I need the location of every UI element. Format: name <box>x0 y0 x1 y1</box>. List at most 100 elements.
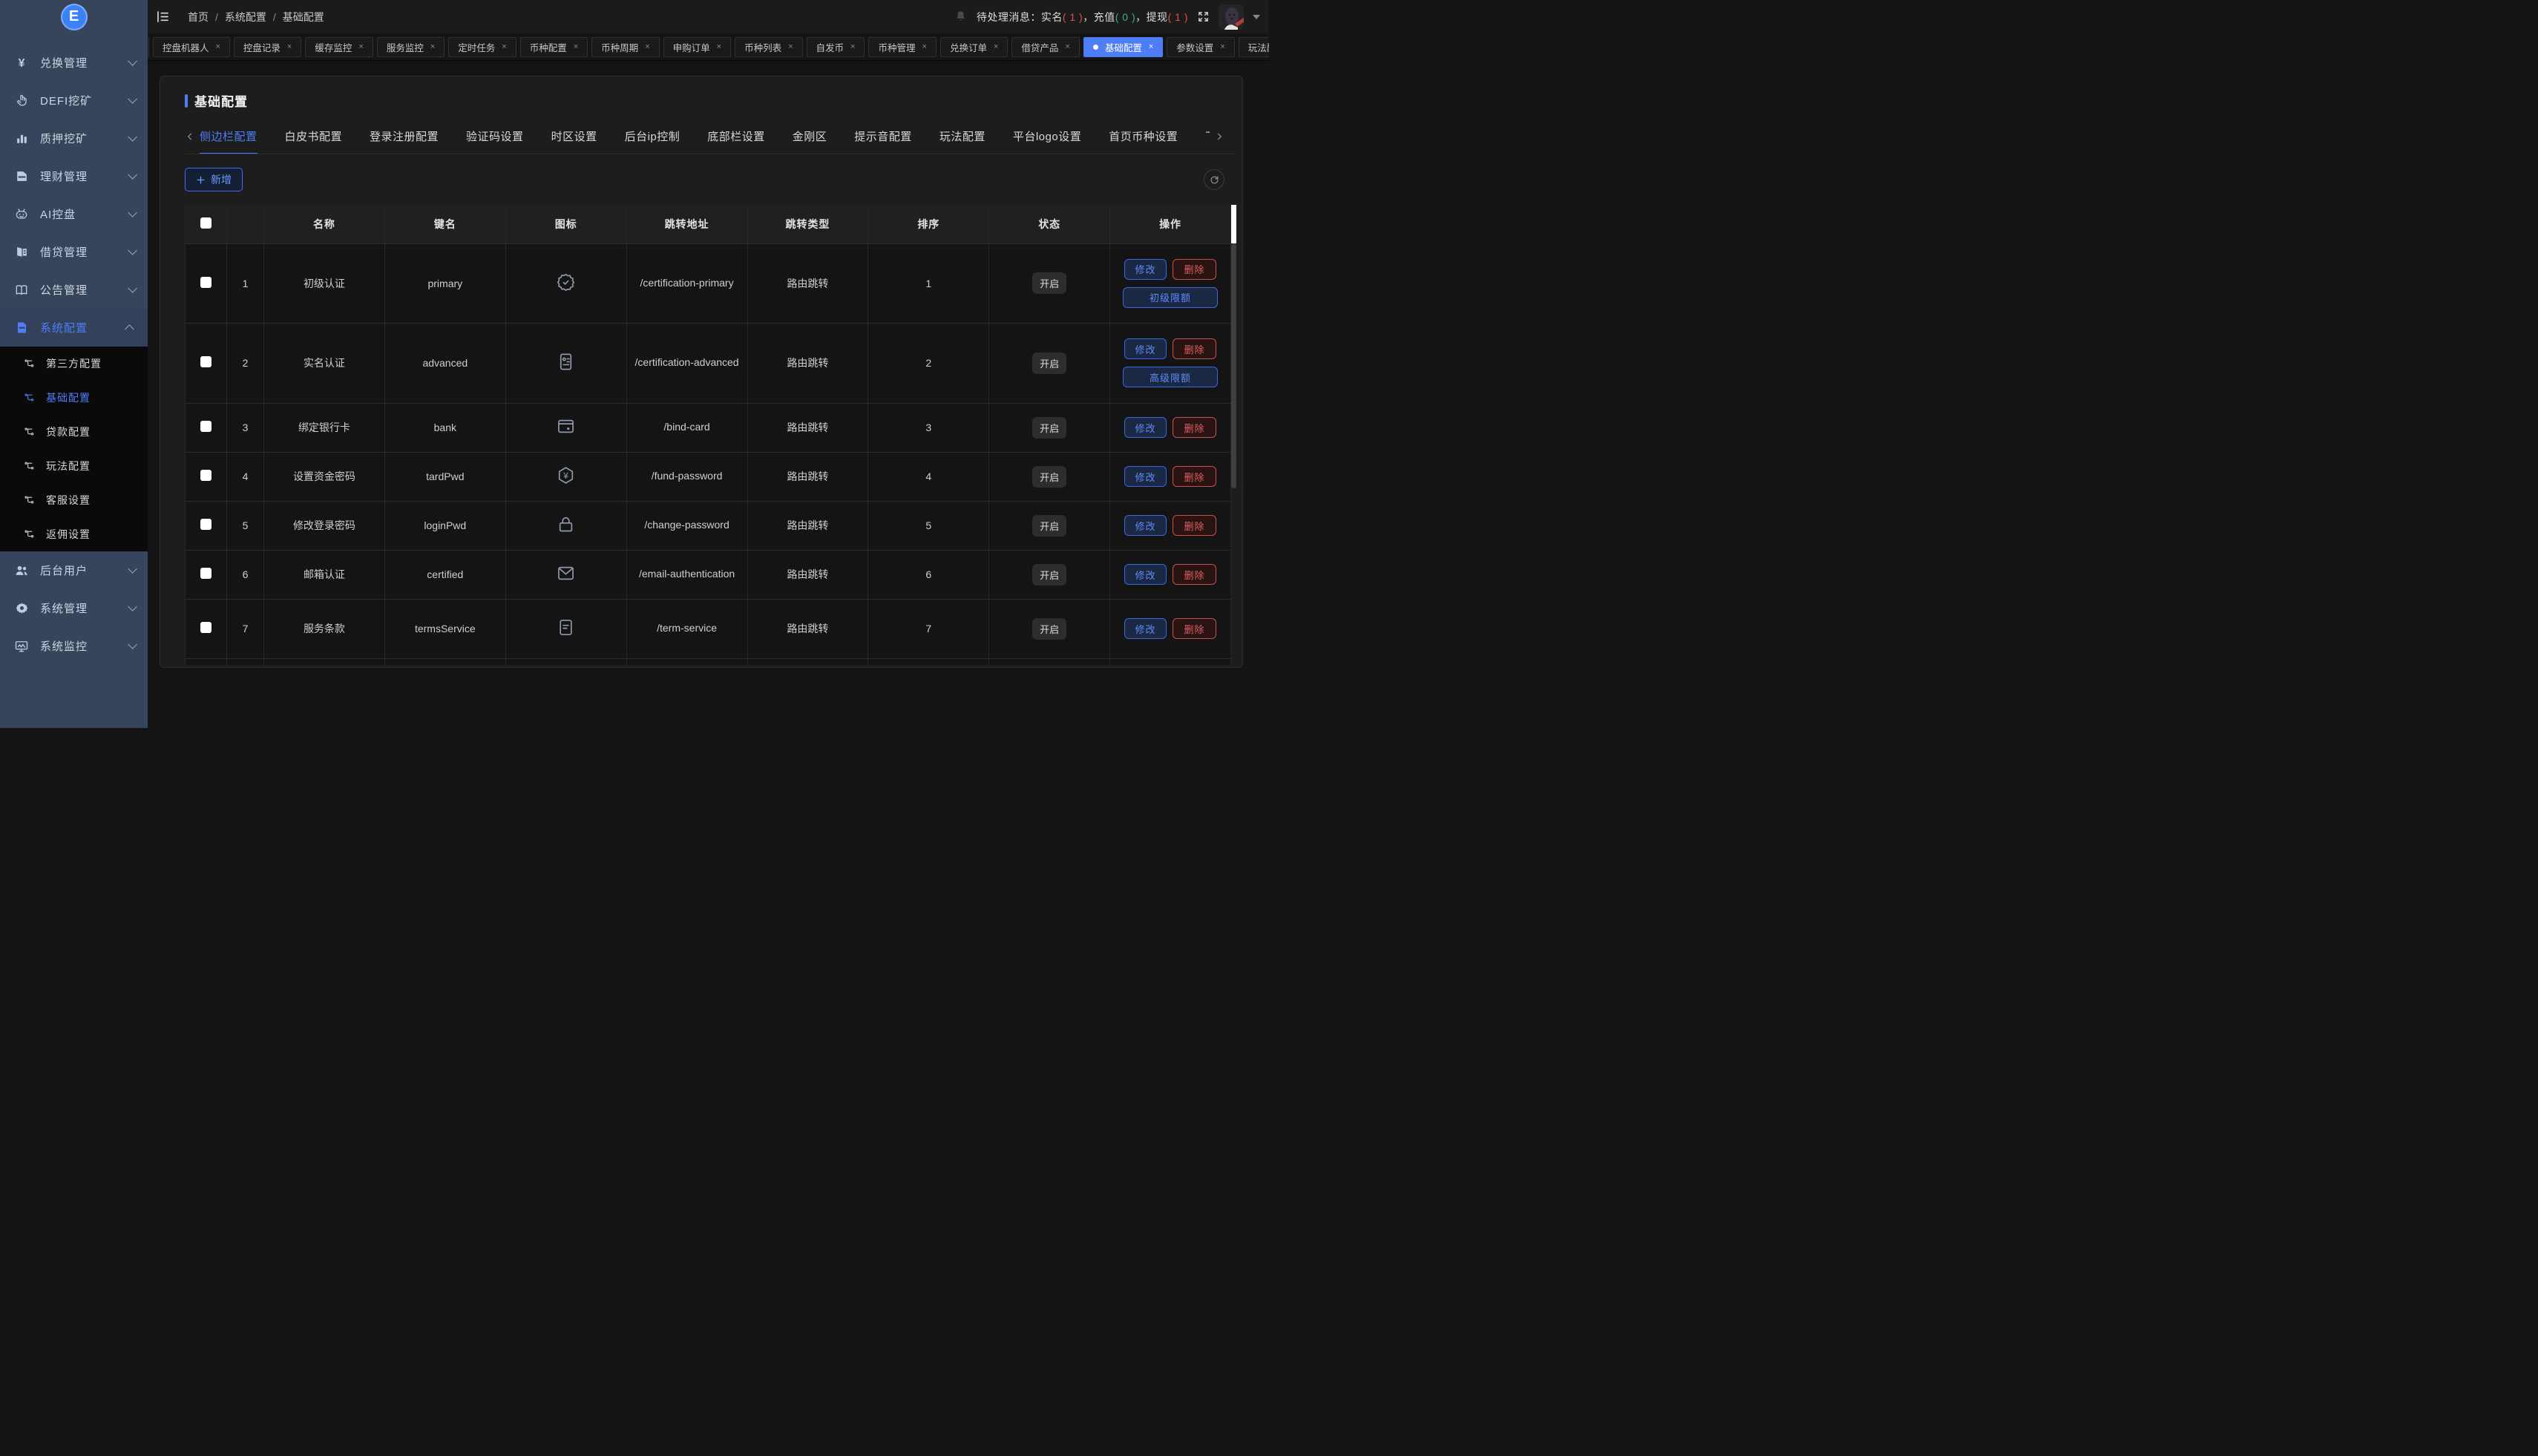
sidebar-item-support-config[interactable]: 客服设置 <box>0 483 148 517</box>
tab-platform-logo-config[interactable]: 平台logo设置 <box>1013 128 1081 154</box>
close-icon[interactable]: × <box>574 42 578 51</box>
sidebar-item-finance[interactable]: 理财管理 <box>0 157 148 195</box>
tab-sound-config[interactable]: 提示音配置 <box>854 128 912 154</box>
tab-footer-config[interactable]: 底部栏设置 <box>707 128 765 154</box>
sidebar-item-defi[interactable]: DEFI挖矿 <box>0 82 148 119</box>
tabbar-tab[interactable]: 申购订单× <box>663 37 731 57</box>
edit-button[interactable]: 修改 <box>1124 515 1167 536</box>
sidebar-item-exchange[interactable]: ¥ 兑换管理 <box>0 44 148 82</box>
breadcrumb-system-config[interactable]: 系统配置 <box>225 10 266 24</box>
row-checkbox[interactable] <box>200 356 212 367</box>
row-checkbox[interactable] <box>200 519 212 530</box>
breadcrumb-basic-config[interactable]: 基础配置 <box>283 10 324 24</box>
sidebar-item-ai[interactable]: AI控盘 <box>0 195 148 233</box>
tabbar-tab[interactable]: 玩法配置× <box>1239 37 1269 57</box>
tabbar-tab-active[interactable]: 基础配置× <box>1083 37 1163 57</box>
close-icon[interactable]: × <box>358 42 363 51</box>
tabs-scroll-right-icon[interactable] <box>1210 131 1224 151</box>
row-checkbox[interactable] <box>200 568 212 579</box>
sidebar-item-system-config[interactable]: 系统配置 <box>0 309 148 347</box>
tab-king-kong-zone[interactable]: 金刚区 <box>793 128 827 154</box>
tabbar-tab[interactable]: 币种列表× <box>735 37 802 57</box>
edit-button[interactable]: 修改 <box>1124 564 1167 585</box>
tabbar-tab[interactable]: 币种配置× <box>520 37 588 57</box>
tabbar-tab[interactable]: 缓存监控× <box>305 37 373 57</box>
menu-fold-icon[interactable] <box>155 9 174 24</box>
row-checkbox[interactable] <box>200 622 212 633</box>
logo[interactable]: E <box>0 0 148 33</box>
edit-button[interactable]: 修改 <box>1124 259 1167 280</box>
sidebar-item-third-party-config[interactable]: 第三方配置 <box>0 347 148 381</box>
sidebar-item-notice[interactable]: 公告管理 <box>0 271 148 309</box>
tabbar-tab[interactable]: 置× <box>148 37 149 57</box>
tab-home-coin-config[interactable]: 首页币种设置 <box>1109 128 1178 154</box>
sidebar-item-system-manage[interactable]: 系统管理 <box>0 589 148 627</box>
close-icon[interactable]: × <box>994 42 998 51</box>
chevron-down-icon[interactable] <box>1253 15 1260 19</box>
tab-admin-ip-control[interactable]: 后台ip控制 <box>625 128 681 154</box>
tabbar-tab[interactable]: 控盘机器人× <box>153 37 230 57</box>
tab-play-config[interactable]: 玩法配置 <box>940 128 986 154</box>
tabbar-tab[interactable]: 借贷产品× <box>1011 37 1079 57</box>
tab-sidebar-config[interactable]: 侧边栏配置 <box>200 128 258 154</box>
row-checkbox[interactable] <box>200 277 212 288</box>
close-icon[interactable]: × <box>502 42 506 51</box>
close-icon[interactable]: × <box>287 42 292 51</box>
breadcrumb-home[interactable]: 首页 <box>188 10 209 24</box>
close-icon[interactable]: × <box>215 42 220 51</box>
sidebar-item-admin-users[interactable]: 后台用户 <box>0 551 148 589</box>
tabbar-tab[interactable]: 控盘记录× <box>234 37 301 57</box>
row-checkbox[interactable] <box>200 421 212 432</box>
tabbar-tab[interactable]: 币种管理× <box>868 37 936 57</box>
delete-button[interactable]: 删除 <box>1173 515 1216 536</box>
refresh-button[interactable] <box>1204 169 1224 190</box>
tab-captcha-config[interactable]: 验证码设置 <box>466 128 524 154</box>
fullscreen-icon[interactable] <box>1197 10 1210 23</box>
delete-button[interactable]: 删除 <box>1173 618 1216 639</box>
close-icon[interactable]: × <box>850 42 855 51</box>
tabbar-tab[interactable]: 兑换订单× <box>940 37 1008 57</box>
close-icon[interactable]: × <box>717 42 721 51</box>
tab-whitepaper-config[interactable]: 白皮书配置 <box>285 128 343 154</box>
edit-button[interactable]: 修改 <box>1124 417 1167 438</box>
close-icon[interactable]: × <box>788 42 793 51</box>
table-scrollbar-thumb[interactable] <box>1231 243 1236 488</box>
sidebar-item-play-config[interactable]: 玩法配置 <box>0 449 148 483</box>
delete-button[interactable]: 删除 <box>1173 466 1216 487</box>
tabbar-tab[interactable]: 服务监控× <box>377 37 445 57</box>
tab-timezone-config[interactable]: 时区设置 <box>551 128 597 154</box>
delete-button[interactable]: 删除 <box>1173 417 1216 438</box>
advanced-limit-button[interactable]: 高级限额 <box>1123 367 1218 387</box>
primary-limit-button[interactable]: 初级限额 <box>1123 287 1218 308</box>
tabbar-tab[interactable]: 定时任务× <box>448 37 516 57</box>
sidebar-item-staking[interactable]: 质押挖矿 <box>0 119 148 157</box>
sidebar-item-system-monitor[interactable]: 系统监控 <box>0 627 148 665</box>
select-all-checkbox[interactable] <box>200 217 212 229</box>
sidebar-item-loan-config[interactable]: 贷款配置 <box>0 415 148 449</box>
edit-button[interactable]: 修改 <box>1124 466 1167 487</box>
delete-button[interactable]: 删除 <box>1173 259 1216 280</box>
close-icon[interactable]: × <box>430 42 435 51</box>
add-button[interactable]: 新增 <box>185 168 243 191</box>
close-icon[interactable]: × <box>922 42 927 51</box>
tabs-scroll-left-icon[interactable] <box>185 131 200 151</box>
bell-icon[interactable] <box>954 10 968 24</box>
tab-login-register-config[interactable]: 登录注册配置 <box>370 128 439 154</box>
tabbar-tab[interactable]: 币种周期× <box>591 37 659 57</box>
delete-button[interactable]: 删除 <box>1173 564 1216 585</box>
sidebar-item-basic-config[interactable]: 基础配置 <box>0 381 148 415</box>
sidebar-item-lending[interactable]: 借贷管理 <box>0 233 148 271</box>
close-icon[interactable]: × <box>645 42 649 51</box>
tab-download-url-config[interactable]: 下载地址配置 <box>1205 128 1210 154</box>
close-icon[interactable]: × <box>1065 42 1069 51</box>
row-checkbox[interactable] <box>200 470 212 481</box>
tabbar-tab[interactable]: 参数设置× <box>1167 37 1234 57</box>
sidebar-item-rebate-config[interactable]: 返佣设置 <box>0 517 148 551</box>
tabbar-tab[interactable]: 自发币× <box>807 37 865 57</box>
close-icon[interactable]: × <box>1220 42 1224 51</box>
delete-button[interactable]: 删除 <box>1173 338 1216 359</box>
avatar[interactable] <box>1219 4 1244 30</box>
edit-button[interactable]: 修改 <box>1124 338 1167 359</box>
edit-button[interactable]: 修改 <box>1124 618 1167 639</box>
close-icon[interactable]: × <box>1149 42 1153 51</box>
